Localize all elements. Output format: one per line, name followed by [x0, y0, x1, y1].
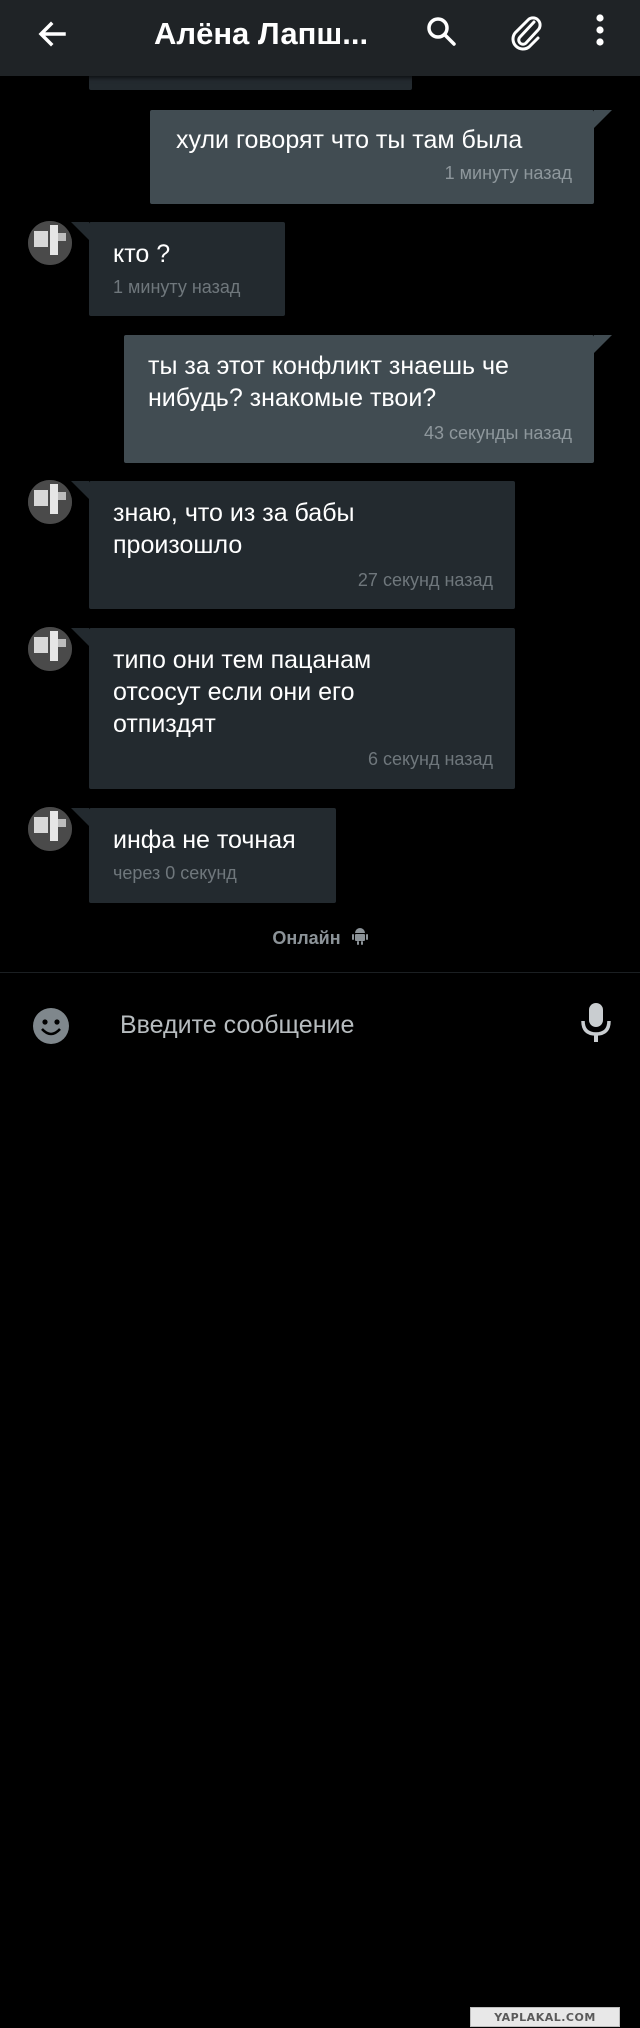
emoji-button[interactable]: [32, 1007, 70, 1045]
message-list[interactable]: хули говорят что ты там была 1 минуту на…: [0, 0, 640, 972]
message-time: 1 минуту назад: [444, 163, 572, 183]
presence-label: Онлайн: [272, 928, 341, 948]
back-button[interactable]: [30, 12, 74, 56]
app-header: Алёна Лапш...: [0, 0, 640, 76]
message-text: знаю, что из за бабы произошло: [113, 499, 355, 559]
avatar[interactable]: [28, 221, 72, 265]
message-text: инфа не точная: [113, 826, 296, 854]
voice-record-button[interactable]: [578, 1001, 614, 1047]
back-arrow-icon: [38, 21, 66, 47]
message-time: через 0 секунд: [113, 863, 237, 883]
more-vert-icon: [596, 14, 604, 46]
message-text: типо они тем пацанам отсосут если они ег…: [113, 646, 372, 738]
bubble-tail: [594, 335, 612, 353]
message-time: 6 секунд назад: [367, 749, 493, 769]
bubble-tail: [71, 481, 89, 499]
message-bubble-incoming[interactable]: кто ? 1 минуту назад: [89, 222, 285, 316]
attach-button[interactable]: [504, 10, 548, 54]
search-button[interactable]: [420, 10, 464, 54]
avatar[interactable]: [28, 807, 72, 851]
message-time: 43 секунды назад: [423, 423, 572, 443]
message-bubble-incoming[interactable]: знаю, что из за бабы произошло 27 секунд…: [89, 481, 515, 609]
avatar[interactable]: [28, 627, 72, 671]
watermark: YAPLAKAL.COM: [470, 2007, 620, 2027]
message-time: 1 минуту назад: [113, 277, 241, 297]
bubble-tail: [71, 628, 89, 646]
more-options-button[interactable]: [578, 10, 622, 54]
message-bubble-outgoing[interactable]: хули говорят что ты там была 1 минуту на…: [150, 110, 594, 204]
chat-title[interactable]: Алёна Лапш...: [154, 14, 394, 54]
message-text: кто ?: [113, 240, 171, 268]
message-bubble-incoming[interactable]: инфа не точная через 0 секунд: [89, 808, 336, 903]
message-text: ты за этот конфликт знаешь че нибудь? зн…: [148, 352, 509, 412]
search-icon: [427, 17, 456, 46]
message-bubble-outgoing[interactable]: ты за этот конфликт знаешь че нибудь? зн…: [124, 335, 594, 463]
message-bubble-incoming[interactable]: типо они тем пацанам отсосут если они ег…: [89, 628, 515, 789]
emoji-icon: [33, 1008, 69, 1044]
message-composer: YAPLAKAL.COM: [0, 972, 640, 2027]
message-input[interactable]: [120, 1005, 520, 1045]
bubble-tail: [71, 222, 89, 240]
attach-paperclip-icon: [511, 16, 542, 51]
message-text: хули говорят что ты там была: [176, 126, 523, 154]
message-time: 27 секунд назад: [357, 570, 493, 590]
presence-status: Онлайн: [0, 924, 640, 953]
android-icon: [351, 925, 368, 953]
avatar[interactable]: [28, 480, 72, 524]
bubble-tail: [594, 110, 612, 128]
microphone-icon: [581, 1003, 611, 1042]
bubble-tail: [71, 808, 89, 826]
